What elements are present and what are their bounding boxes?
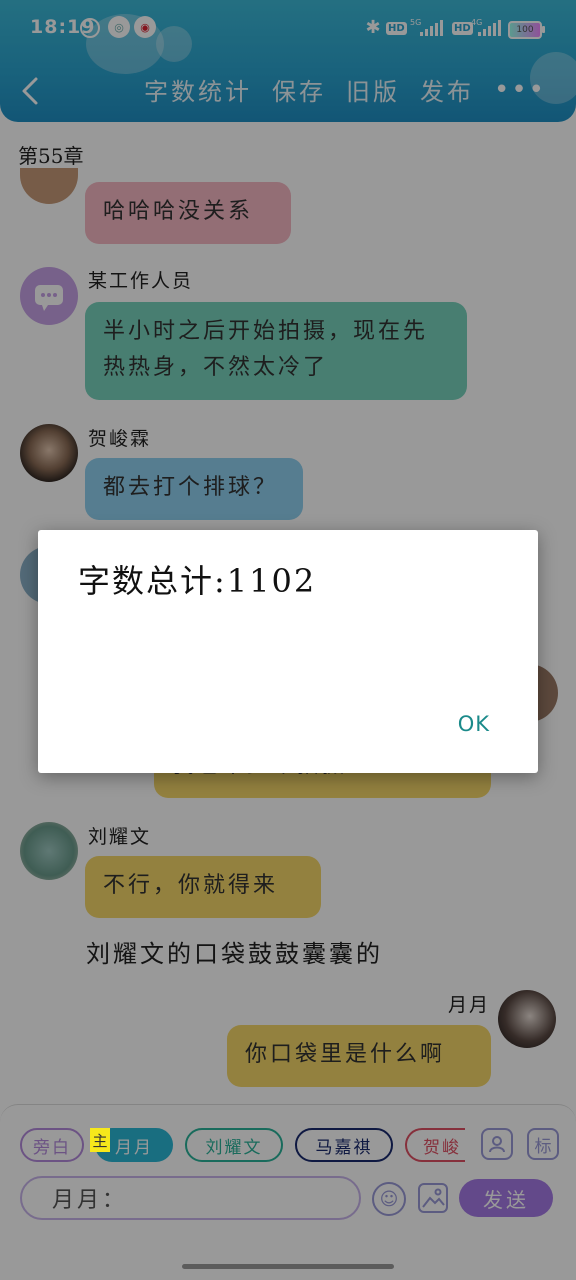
ok-button[interactable]: OK bbox=[458, 712, 490, 736]
main-character-tag: 主 bbox=[90, 1128, 110, 1152]
dialog-message: 字数总计:1102 bbox=[78, 562, 317, 600]
word-count-dialog: 字数总计:1102 OK bbox=[38, 530, 538, 773]
